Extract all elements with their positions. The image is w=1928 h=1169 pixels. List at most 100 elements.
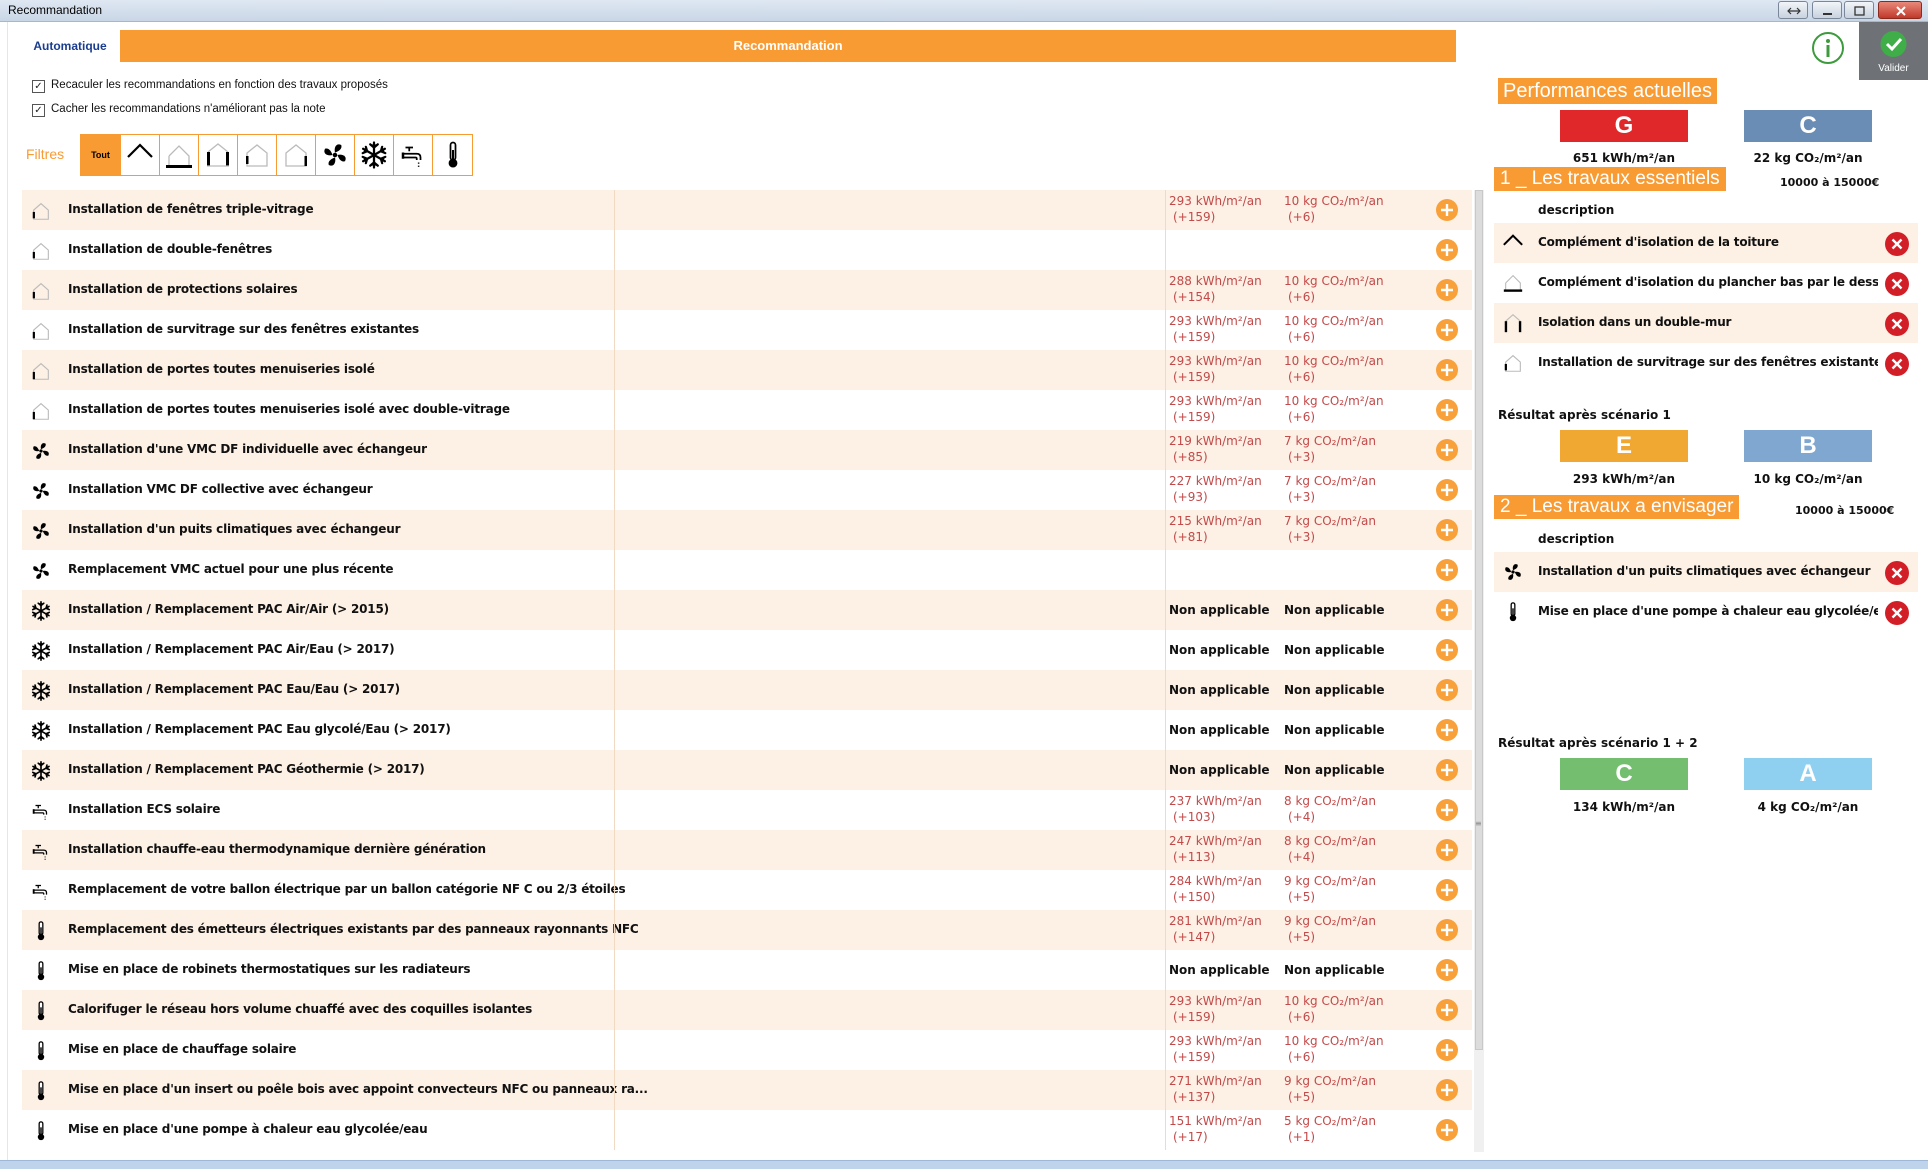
add-recommendation-button[interactable] (1435, 318, 1459, 342)
energy-result: 271 kWh/m²/an (+137) (1169, 1073, 1262, 1105)
recommendation-label: Installation / Remplacement PAC Eau/Eau … (68, 682, 400, 696)
add-recommendation-button[interactable] (1435, 798, 1459, 822)
window-icon (30, 240, 50, 260)
column-divider (1165, 790, 1166, 830)
scenario1-item-label: Complément d'isolation du plancher bas p… (1538, 275, 1878, 289)
plus-icon (1436, 839, 1458, 861)
close-button[interactable] (1878, 1, 1922, 19)
list-scrollbar[interactable] (1474, 190, 1484, 1152)
info-button[interactable] (1810, 30, 1846, 66)
floor-icon (166, 145, 192, 168)
add-recommendation-button[interactable] (1435, 758, 1459, 782)
climate-value: 7 kg CO₂/m²/an (1284, 474, 1377, 488)
column-divider (614, 430, 615, 470)
add-recommendation-button[interactable] (1435, 278, 1459, 302)
minimize-button[interactable] (1812, 1, 1842, 19)
checkbox-recalculate[interactable]: ✓ (32, 80, 45, 93)
climate-result: 7 kg CO₂/m²/an (+3) (1284, 513, 1376, 545)
add-recommendation-button[interactable] (1435, 398, 1459, 422)
energy-result: 237 kWh/m²/an (+103) (1169, 793, 1262, 825)
window-icon (30, 320, 50, 340)
add-recommendation-button[interactable] (1435, 518, 1459, 542)
climate-result: 10 kg CO₂/m²/an (+6) (1284, 353, 1384, 385)
filter-floor[interactable] (160, 135, 199, 175)
add-recommendation-button[interactable] (1435, 238, 1459, 262)
climate-value: 9 kg CO₂/m²/an (1284, 874, 1377, 888)
energy-delta: (+85) (1173, 450, 1208, 464)
validate-button[interactable]: Valider (1859, 22, 1928, 80)
option-recalculate[interactable]: ✓ Recaculer les recommandations en fonct… (32, 79, 388, 94)
filter-ventilation[interactable] (316, 135, 355, 175)
recommendation-label: Remplacement VMC actuel pour une plus ré… (68, 562, 394, 576)
filter-door[interactable] (277, 135, 316, 175)
remove-item-button[interactable] (1884, 231, 1910, 257)
add-recommendation-button[interactable] (1435, 358, 1459, 382)
add-recommendation-button[interactable] (1435, 1078, 1459, 1102)
filter-cooling[interactable] (355, 135, 394, 175)
climate-value: 10 kg CO₂/m²/an (1284, 274, 1384, 288)
restore-button[interactable] (1778, 1, 1808, 19)
energy-label-current: G (1560, 110, 1688, 142)
climate-value: 7 kg CO₂/m²/an (1284, 434, 1377, 448)
filter-window[interactable] (238, 135, 277, 175)
energy-value: 271 kWh/m²/an (1169, 1074, 1262, 1088)
recommendation-label: Installation de survitrage sur des fenêt… (68, 322, 419, 336)
remove-item-button[interactable] (1884, 311, 1910, 337)
scenario1-item: Isolation dans un double-mur (1494, 303, 1918, 343)
filter-roof[interactable] (121, 135, 160, 175)
add-recommendation-button[interactable] (1435, 1118, 1459, 1142)
snowflake-icon (361, 141, 387, 169)
add-recommendation-button[interactable] (1435, 478, 1459, 502)
plus-icon (1436, 279, 1458, 301)
recommendation-label: Mise en place d'un insert ou poêle bois … (68, 1082, 648, 1096)
climate-delta: (+5) (1288, 890, 1316, 904)
add-recommendation-button[interactable] (1435, 198, 1459, 222)
climate-result: 10 kg CO₂/m²/an (+6) (1284, 1033, 1384, 1065)
climate-delta: (+4) (1288, 810, 1316, 824)
add-recommendation-button[interactable] (1435, 638, 1459, 662)
add-recommendation-button[interactable] (1435, 558, 1459, 582)
checkbox-hide[interactable]: ✓ (32, 104, 45, 117)
add-recommendation-button[interactable] (1435, 878, 1459, 902)
climate-value: 8 kg CO₂/m²/an (1284, 834, 1377, 848)
recommendation-row: Installation d'un puits climatiques avec… (22, 510, 1472, 550)
add-recommendation-button[interactable] (1435, 1038, 1459, 1062)
add-recommendation-button[interactable] (1435, 918, 1459, 942)
column-divider (1165, 910, 1166, 950)
climate-result: 10 kg CO₂/m²/an (+6) (1284, 193, 1384, 225)
climate-value: 8 kg CO₂/m²/an (1284, 794, 1377, 808)
add-recommendation-button[interactable] (1435, 438, 1459, 462)
add-recommendation-button[interactable] (1435, 958, 1459, 982)
fan-icon (30, 480, 50, 500)
floor-icon (1502, 272, 1524, 294)
check-icon (1880, 31, 1907, 57)
add-recommendation-button[interactable] (1435, 998, 1459, 1022)
add-recommendation-button[interactable] (1435, 718, 1459, 742)
remove-item-button[interactable] (1884, 271, 1910, 297)
add-recommendation-button[interactable] (1435, 838, 1459, 862)
column-divider (1165, 670, 1166, 710)
energy-value: 293 kWh/m²/an (1169, 194, 1262, 208)
energy-result: 293 kWh/m²/an (+159) (1169, 993, 1262, 1025)
filter-wall[interactable] (199, 135, 238, 175)
recommendation-label: Installation d'un puits climatiques avec… (68, 522, 401, 536)
filter-heating[interactable] (433, 135, 472, 175)
plus-icon (1436, 679, 1458, 701)
remove-item-button[interactable] (1884, 560, 1910, 586)
add-recommendation-button[interactable] (1435, 598, 1459, 622)
add-recommendation-button[interactable] (1435, 678, 1459, 702)
remove-item-button[interactable] (1884, 351, 1910, 377)
scrollbar-thumb[interactable] (1475, 190, 1483, 1050)
filter-all[interactable]: Tout (81, 135, 121, 175)
tab-automatique[interactable]: Automatique (22, 30, 118, 62)
climate-delta: (+6) (1288, 410, 1316, 424)
filter-hot-water[interactable] (394, 135, 433, 175)
maximize-button[interactable] (1844, 1, 1874, 19)
remove-item-button[interactable] (1884, 600, 1910, 626)
climate-value: 10 kg CO₂/m²/an (1284, 1034, 1384, 1048)
recommendation-row: Installation / Remplacement PAC Eau glyc… (22, 710, 1472, 750)
climate-delta: (+5) (1288, 1090, 1316, 1104)
option-hide[interactable]: ✓ Cacher les recommandations n'amélioran… (32, 103, 352, 118)
thermometer-icon (30, 1080, 50, 1101)
recommendation-label: Installation de portes toutes menuiserie… (68, 402, 510, 416)
